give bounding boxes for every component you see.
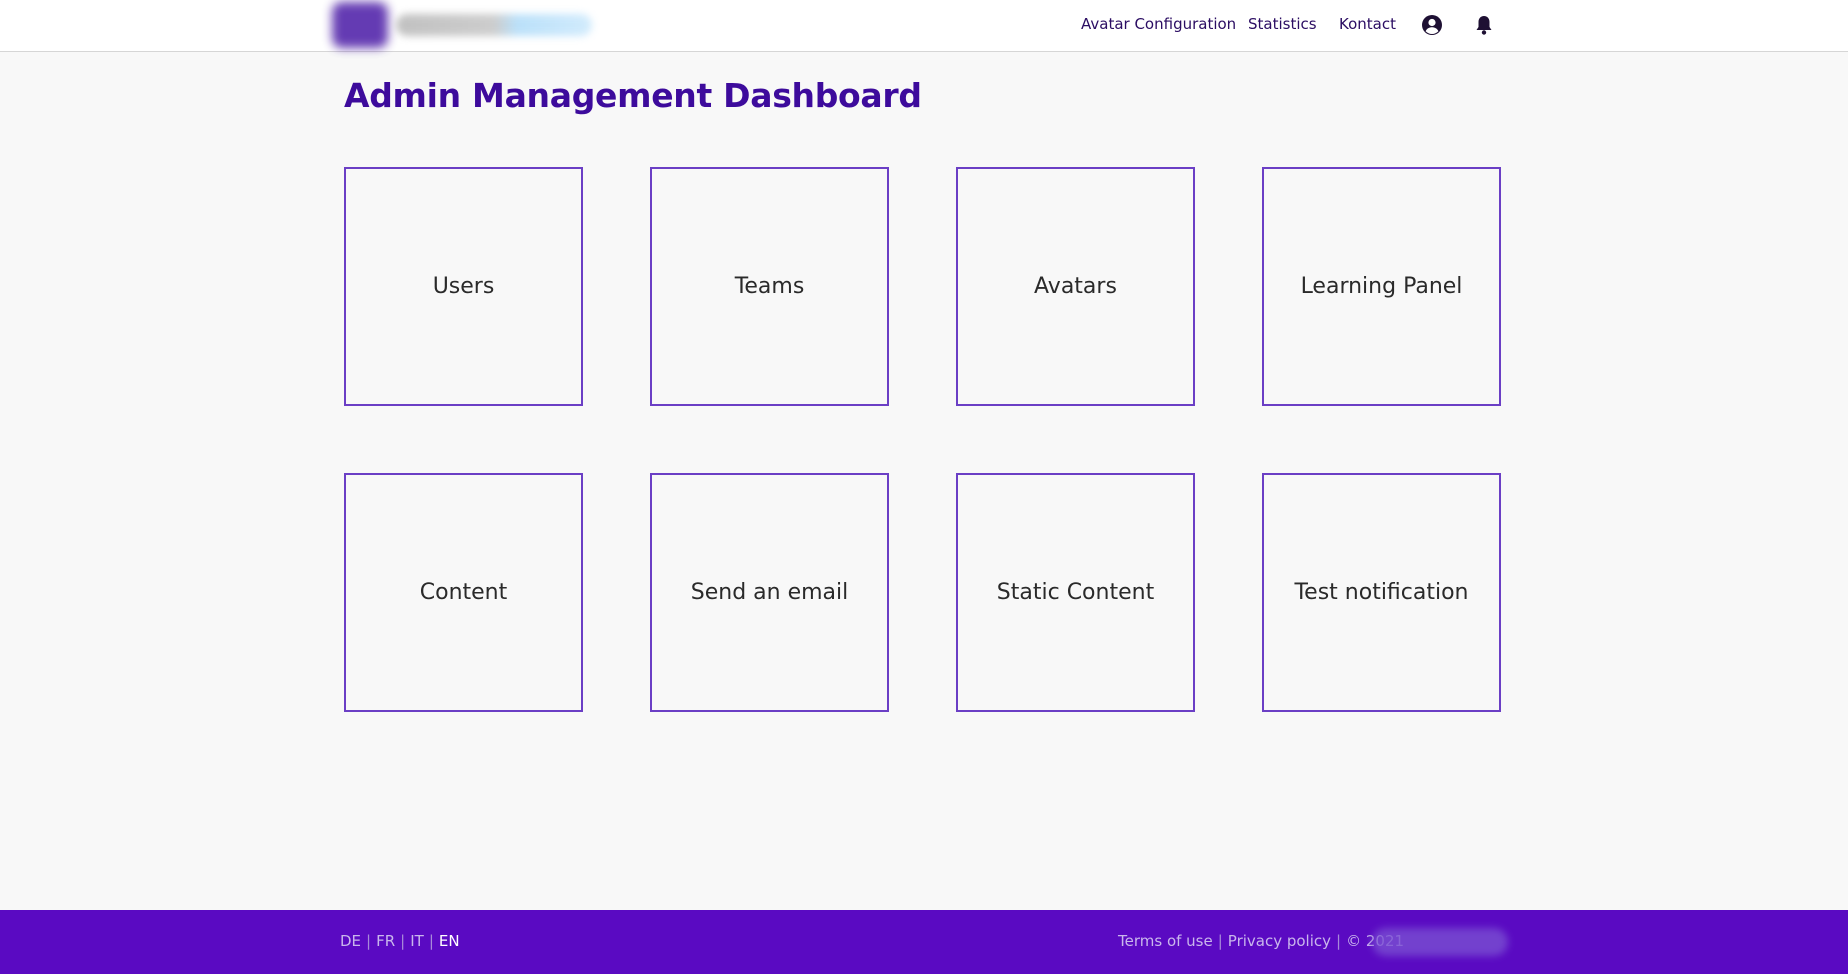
privacy-link[interactable]: Privacy policy [1228, 932, 1331, 950]
tile-teams[interactable]: Teams [650, 167, 889, 406]
page-title: Admin Management Dashboard [344, 76, 922, 115]
footer: DE | FR | IT | EN Terms of use | Privacy policy |… [0, 910, 1848, 974]
tile-label: Users [432, 274, 495, 299]
nav-avatar-configuration[interactable]: Avatar Configuration [1081, 15, 1236, 33]
tile-label: Avatars [1034, 274, 1117, 299]
tile-label: Send an email [690, 580, 849, 605]
tile-label: Teams [734, 274, 805, 299]
nav-statistics[interactable]: Statistics [1248, 15, 1317, 33]
lang-fr[interactable]: FR [376, 932, 395, 950]
logo-mark [332, 2, 388, 48]
lang-it[interactable]: IT [410, 932, 424, 950]
divider: | [366, 932, 372, 950]
divider: | [1336, 932, 1342, 950]
language-switcher: DE | FR | IT | EN [340, 932, 460, 950]
tile-label: Content [419, 580, 508, 605]
logo-wordmark [396, 14, 592, 36]
bell-icon[interactable] [1472, 13, 1496, 37]
footer-brand-logo [1372, 928, 1508, 956]
tile-learning-panel[interactable]: Learning Panel [1262, 167, 1501, 406]
terms-link[interactable]: Terms of use [1118, 932, 1213, 950]
tile-users[interactable]: Users [344, 167, 583, 406]
tile-send-email[interactable]: Send an email [650, 473, 889, 712]
tile-test-notification[interactable]: Test notification [1262, 473, 1501, 712]
tile-avatars[interactable]: Avatars [956, 167, 1195, 406]
divider: | [400, 932, 406, 950]
tile-label: Static Content [996, 580, 1155, 605]
lang-en[interactable]: EN [439, 932, 460, 950]
divider: | [1217, 932, 1223, 950]
tile-label: Learning Panel [1300, 274, 1463, 299]
lang-de[interactable]: DE [340, 932, 361, 950]
footer-links: Terms of use|Privacy policy|© 2021 [1118, 932, 1404, 950]
nav-kontact[interactable]: Kontact [1339, 15, 1396, 33]
tile-static-content[interactable]: Static Content [956, 473, 1195, 712]
logo[interactable] [330, 0, 600, 52]
divider: | [428, 932, 434, 950]
user-circle-icon[interactable] [1420, 13, 1444, 37]
tile-label: Test notification [1294, 580, 1469, 605]
tile-content[interactable]: Content [344, 473, 583, 712]
top-header: Avatar Configuration Statistics Kontact [0, 0, 1848, 52]
